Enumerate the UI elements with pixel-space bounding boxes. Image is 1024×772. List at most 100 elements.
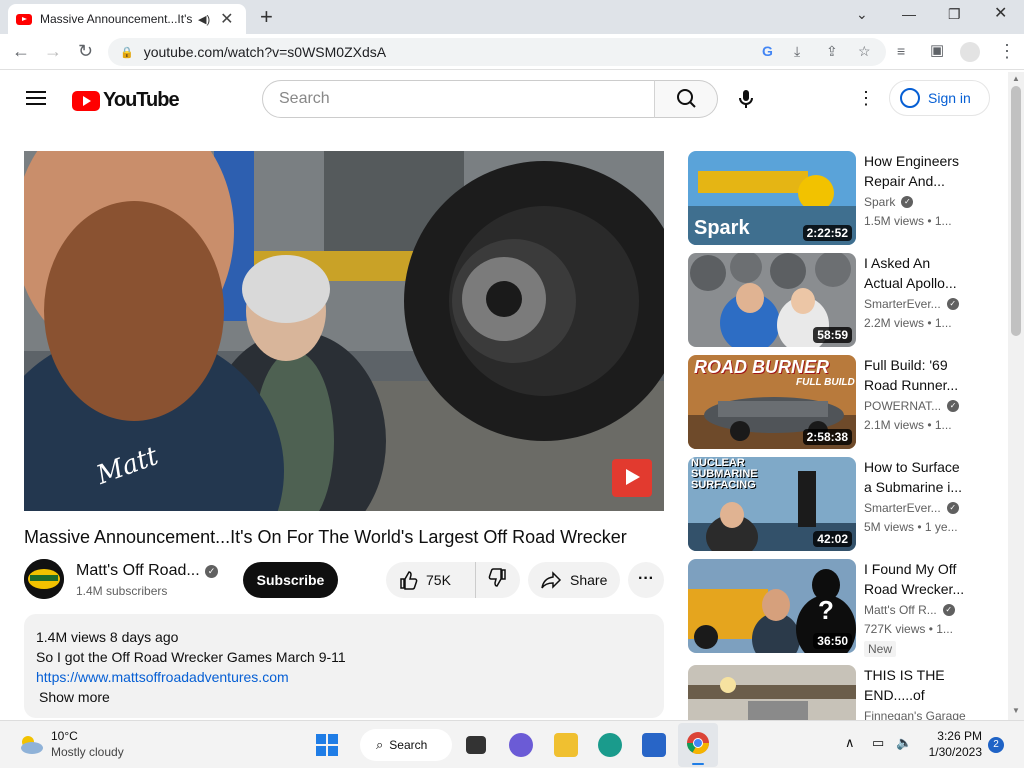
tab-search-icon[interactable]: ⌄ xyxy=(856,4,868,24)
dislike-button[interactable] xyxy=(476,567,508,593)
description-link[interactable]: https://www.mattsoffroadadventures.com xyxy=(36,669,289,685)
minimize-button[interactable]: — xyxy=(902,4,916,24)
clock-date[interactable]: 1/30/2023 xyxy=(922,745,982,759)
chat-icon[interactable] xyxy=(509,733,533,757)
recommended-video[interactable]: ? 36:50 I Found My Off Road Wrecker... M… xyxy=(688,559,998,657)
forward-button[interactable]: → xyxy=(44,40,62,62)
video-thumbnail[interactable]: ROAD BURNER FULL BUILD 2:58:38 xyxy=(688,355,856,449)
show-hidden-icons-chevron-icon[interactable]: ∧ xyxy=(845,735,855,751)
recommended-video[interactable]: 58:59 I Asked An Actual Apollo... Smarte… xyxy=(688,253,998,347)
menu-icon[interactable] xyxy=(26,91,46,105)
verified-check-icon: ✓ xyxy=(205,565,218,578)
video-title[interactable]: I Found My Off Road Wrecker... xyxy=(864,559,968,599)
search-icon: ⌕ xyxy=(376,737,384,752)
url-text[interactable]: youtube.com/watch?v=s0WSM0ZXdsA xyxy=(144,44,386,60)
media-controls-icon[interactable]: ≡ xyxy=(897,40,905,62)
verified-check-icon: ✓ xyxy=(947,400,960,412)
video-duration: 2:58:38 xyxy=(802,429,852,445)
like-dislike-group: 75K xyxy=(386,562,520,598)
taskbar-search-label: Search xyxy=(389,738,428,752)
video-thumbnail[interactable]: NUCLEAR SUBMARINE SURFACING 42:02 xyxy=(688,457,856,551)
video-thumbnail[interactable]: Spark 2:22:52 xyxy=(688,151,856,245)
recommended-video[interactable]: THIS IS THE END.....of HOT... Finnegan's… xyxy=(688,665,998,720)
video-duration: 58:59 xyxy=(813,327,852,343)
clock-time[interactable]: 3:26 PM xyxy=(934,729,982,743)
audio-playing-icon[interactable]: ◀) xyxy=(198,13,210,26)
weather-condition[interactable]: Mostly cloudy xyxy=(51,745,124,759)
channel-name[interactable]: Matt's Off Road... xyxy=(76,562,200,580)
video-title[interactable]: THIS IS THE END.....of HOT... xyxy=(864,665,968,705)
bookmark-star-icon[interactable]: ☆ xyxy=(858,43,871,59)
video-player[interactable]: Matt xyxy=(24,151,664,511)
youtube-logo[interactable]: YouTube xyxy=(72,89,180,112)
network-icon[interactable]: ▭ xyxy=(872,735,884,751)
video-title[interactable]: How to Surface a Submarine i... xyxy=(864,457,968,497)
new-tab-button[interactable]: + xyxy=(260,4,273,30)
share-page-icon[interactable]: ⇪ xyxy=(826,43,838,59)
logo-text: YouTube xyxy=(103,89,180,111)
windows-taskbar: 10°C Mostly cloudy ⌕ Search ∧ ▭ 🔈 3:26 P… xyxy=(0,720,1024,768)
maximize-button[interactable]: ❐ xyxy=(948,4,961,24)
taskbar-search-button[interactable]: ⌕ Search xyxy=(360,729,452,761)
video-title: Massive Announcement...It's On For The W… xyxy=(24,527,627,547)
video-title[interactable]: How Engineers Repair And... xyxy=(864,151,968,191)
sign-in-button[interactable]: Sign in xyxy=(889,80,990,116)
notification-badge[interactable]: 2 xyxy=(988,737,1004,753)
subscribe-button[interactable]: Subscribe xyxy=(243,562,338,598)
scrollbar-thumb[interactable] xyxy=(1011,86,1021,336)
page-scrollbar[interactable]: ▲ ▼ xyxy=(1008,72,1024,720)
video-views: 2.1M views • 1... xyxy=(864,418,952,432)
lock-icon[interactable]: 🔒 xyxy=(120,46,134,59)
microsoft-store-icon[interactable] xyxy=(642,733,666,757)
video-thumbnail[interactable]: ? 36:50 xyxy=(688,559,856,653)
description-box[interactable]: 1.4M views 8 days ago So I got the Off R… xyxy=(24,614,664,718)
google-translate-icon[interactable]: G xyxy=(762,43,773,59)
more-actions-button[interactable]: ··· xyxy=(628,562,664,598)
chrome-menu-icon[interactable]: ⋮ xyxy=(998,40,1016,62)
back-button[interactable]: ← xyxy=(12,40,30,62)
reload-button[interactable]: ↻ xyxy=(78,40,93,62)
scroll-up-arrow-icon[interactable]: ▲ xyxy=(1012,74,1020,83)
close-window-button[interactable]: ✕ xyxy=(994,4,1007,24)
show-more-button[interactable]: Show more xyxy=(39,687,652,707)
edge-browser-icon[interactable] xyxy=(598,733,622,757)
side-panel-icon[interactable]: ▣ xyxy=(930,40,944,62)
video-duration: 42:02 xyxy=(813,531,852,547)
video-views: 1.5M views • 1... xyxy=(864,214,952,228)
browser-tab[interactable]: Massive Announcement...It's ◀) ✕ xyxy=(8,4,246,34)
search-button[interactable] xyxy=(654,80,718,118)
browser-tab-strip: Massive Announcement...It's ◀) ✕ + ⌄ — ❐… xyxy=(0,0,1024,34)
channel-name: Matt's Off R... ✓ xyxy=(864,603,955,617)
profile-icon[interactable] xyxy=(960,42,980,62)
video-views: 727K views • 1... xyxy=(864,622,953,636)
install-icon[interactable]: ⤓ xyxy=(794,43,800,59)
recommended-video[interactable]: Spark 2:22:52 How Engineers Repair And..… xyxy=(688,151,998,245)
task-view-icon[interactable] xyxy=(466,736,486,754)
tab-close-icon[interactable]: ✕ xyxy=(220,9,233,29)
search-input[interactable]: Search xyxy=(262,80,655,118)
weather-temperature[interactable]: 10°C xyxy=(51,729,78,743)
thumbnail-text: Spark xyxy=(694,217,750,239)
new-badge: New xyxy=(864,641,897,657)
share-button[interactable]: Share xyxy=(528,562,620,598)
channel-name: SmarterEver... ✓ xyxy=(864,501,959,515)
voice-search-button[interactable] xyxy=(733,86,759,112)
video-thumbnail[interactable]: 58:59 xyxy=(688,253,856,347)
scroll-down-arrow-icon[interactable]: ▼ xyxy=(1012,706,1020,715)
channel-avatar[interactable] xyxy=(24,559,64,599)
thumbnail-text: NUCLEAR SUBMARINE SURFACING xyxy=(691,457,758,491)
chrome-taskbar-button[interactable] xyxy=(678,723,718,767)
weather-widget-icon[interactable] xyxy=(16,733,44,755)
like-button[interactable]: 75K xyxy=(386,562,476,598)
video-thumbnail[interactable] xyxy=(688,665,856,720)
verified-check-icon: ✓ xyxy=(946,502,959,514)
video-title[interactable]: I Asked An Actual Apollo... xyxy=(864,253,968,293)
video-title[interactable]: Full Build: '69 Road Runner... xyxy=(864,355,968,395)
recommended-video[interactable]: NUCLEAR SUBMARINE SURFACING 42:02 How to… xyxy=(688,457,998,551)
volume-icon[interactable]: 🔈 xyxy=(896,735,912,751)
file-explorer-icon[interactable] xyxy=(554,733,578,757)
recommended-video[interactable]: ROAD BURNER FULL BUILD 2:58:38 Full Buil… xyxy=(688,355,998,449)
settings-menu-icon[interactable]: ⋮ xyxy=(857,89,875,107)
windows-start-icon[interactable] xyxy=(316,734,338,756)
thumbs-down-icon xyxy=(488,567,506,587)
